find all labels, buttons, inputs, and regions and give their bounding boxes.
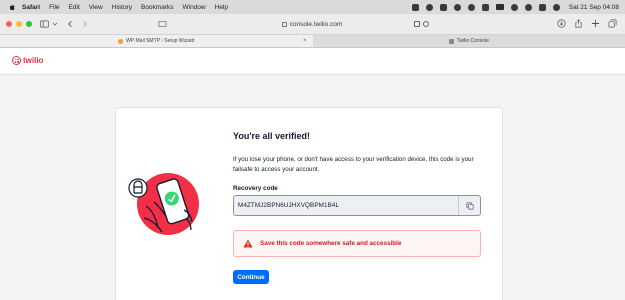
tabs-overview-icon[interactable] [608,19,617,28]
tab-twilio-console[interactable]: Twilio Console [313,35,625,47]
zoom-window-button[interactable] [26,21,32,27]
menubar-clock[interactable]: Sat 21 Sep 04:08 [569,4,619,11]
close-window-button[interactable] [6,21,12,27]
page-title: You're all verified! [233,131,310,141]
menu-bookmarks[interactable]: Bookmarks [141,4,174,11]
input-source-icon[interactable] [495,4,504,10]
status-app-icon[interactable] [411,3,419,11]
warning-icon [243,239,253,248]
menu-view[interactable]: View [89,4,103,11]
recovery-description: If you lose your phone, or don't have ac… [233,156,474,173]
menu-edit[interactable]: Edit [69,4,80,11]
search-icon[interactable] [524,3,532,11]
forward-icon[interactable] [80,20,89,28]
status-app-icon[interactable] [439,3,447,11]
menu-window[interactable]: Window [183,4,206,11]
twilio-favicon-icon [448,38,454,44]
address-bar-actions [414,21,429,27]
wordpress-favicon-icon [118,38,124,44]
address-bar-url: console.twilio.com [289,21,343,28]
menu-safari[interactable]: Safari [22,4,40,11]
toolbar-right-actions [557,19,617,28]
status-cloud-icon[interactable] [425,3,433,11]
warning-banner: Save this code somewhere safe and access… [233,230,481,257]
close-tab-icon[interactable]: × [303,38,307,44]
warning-text: Save this code somewhere safe and access… [260,240,402,247]
recovery-code-field[interactable]: M4ZTMJ2BPN6UJHXVQBPM1B4L [233,195,481,216]
new-tab-icon[interactable] [591,19,600,28]
browser-toolbar: console.twilio.com [0,14,625,35]
verification-card: You're all verified! If you lose your ph… [115,107,503,300]
status-vpn-icon[interactable] [467,3,475,11]
siri-icon[interactable] [552,3,560,11]
tab-label: WP Mail SMTP › Setup Wizard [126,38,195,44]
browser-tab-bar: WP Mail SMTP › Setup Wizard × Twilio Con… [0,35,625,48]
control-center-icon[interactable] [538,3,546,11]
reload-icon[interactable] [423,21,429,27]
menu-file[interactable]: File [49,4,59,11]
wifi-icon[interactable] [510,3,518,11]
logo-wordmark: twilio [23,56,44,65]
apple-icon[interactable] [8,3,16,11]
chevron-down-icon[interactable] [52,20,58,28]
page-header: twilio [0,48,625,75]
tab-label: Twilio Console [456,38,489,44]
lock-icon [281,22,287,27]
macos-menubar: Safari File Edit View History Bookmarks … [0,0,625,14]
window-controls [6,21,32,27]
minimize-window-button[interactable] [16,21,22,27]
verified-phone-illustration [128,173,199,235]
download-icon[interactable] [557,19,566,28]
menu-history[interactable]: History [112,4,132,11]
twilio-logo[interactable]: twilio [12,56,43,65]
translate-icon[interactable] [414,21,420,27]
recovery-code-label: Recovery code [233,185,278,192]
menu-help[interactable]: Help [215,4,228,11]
sidebar-icon[interactable] [40,20,49,28]
status-clock-icon[interactable] [453,3,461,11]
tab-wp-mail-smtp[interactable]: WP Mail SMTP › Setup Wizard × [0,35,313,47]
recovery-code-value[interactable]: M4ZTMJ2BPN6UJHXVQBPM1B4L [234,202,458,209]
share-icon[interactable] [574,19,583,28]
back-icon[interactable] [66,20,75,28]
copy-icon [465,201,474,210]
copy-button[interactable] [458,196,480,215]
twilio-logo-icon [12,56,21,65]
battery-icon[interactable] [481,3,489,11]
menubar-status-area: Sat 21 Sep 04:08 [411,0,619,14]
continue-button[interactable]: Continue [233,270,269,284]
